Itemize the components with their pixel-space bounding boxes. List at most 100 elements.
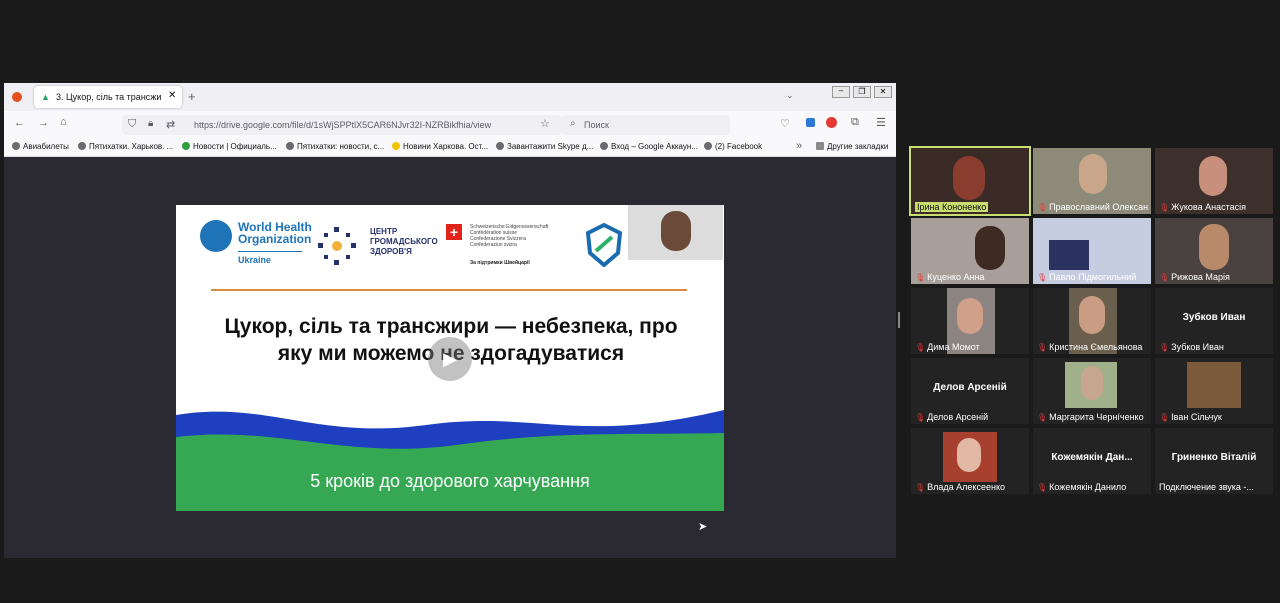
muted-mic-icon: 🎙︎ bbox=[1159, 273, 1170, 282]
home-icon[interactable]: ⌂ bbox=[60, 116, 67, 128]
bookmark-item[interactable]: Пятихатки. Харьков. ... bbox=[78, 142, 173, 151]
bookmark-item[interactable]: Вход – Google Аккаун... bbox=[600, 142, 698, 151]
participant-video bbox=[1199, 156, 1227, 196]
bookmark-item[interactable]: Пятихатки: новости, с... bbox=[286, 142, 384, 151]
mouse-cursor-icon: ➤ bbox=[698, 521, 708, 533]
close-window-button[interactable]: ✕ bbox=[874, 86, 892, 98]
participant-video bbox=[1187, 362, 1241, 408]
extension-icon[interactable] bbox=[806, 118, 815, 127]
muted-mic-icon: 🎙︎ bbox=[1037, 203, 1048, 212]
bookmark-item[interactable]: Завантажити Skype д... bbox=[496, 142, 593, 151]
cgz-logo-icon bbox=[318, 227, 356, 265]
muted-mic-icon: 🎙︎ bbox=[1159, 413, 1170, 422]
bookmark-item[interactable]: Новини Харкова. Ост... bbox=[392, 142, 488, 151]
muted-mic-icon: 🎙︎ bbox=[1037, 483, 1048, 492]
muted-mic-icon: 🎙︎ bbox=[1037, 413, 1048, 422]
participant-name: 🎙︎ Маргарита Чернíченко bbox=[1037, 412, 1144, 422]
participant-tile[interactable]: 🎙︎ Павло Підмогильний bbox=[1033, 218, 1151, 284]
menu-icon[interactable]: ☰ bbox=[876, 116, 886, 129]
tab-list-icon[interactable]: ⌄ bbox=[786, 90, 794, 101]
who-logo-icon bbox=[200, 220, 232, 252]
participant-tile[interactable]: 🎙︎ Кристина Ємельянова bbox=[1033, 288, 1151, 354]
participant-name: 🎙︎ Павло Підмогильний bbox=[1037, 272, 1137, 282]
muted-mic-icon: 🎙︎ bbox=[1037, 273, 1048, 282]
participant-tile[interactable]: 🎙︎ Куценко Анна bbox=[911, 218, 1029, 284]
who-divider bbox=[238, 251, 302, 252]
tab-title: 3. Цукор, сіль та трансжири - bbox=[56, 92, 161, 102]
browser-tab[interactable]: ▲ 3. Цукор, сіль та трансжири - ✕ bbox=[34, 86, 182, 108]
participant-name: 🎙︎ Кристина Ємельянова bbox=[1037, 342, 1143, 352]
bookmark-item[interactable]: (2) Facebook bbox=[704, 142, 762, 151]
participant-video bbox=[975, 226, 1005, 270]
participant-name: 🎙︎ Жукова Анастасія bbox=[1159, 202, 1246, 212]
participant-tile[interactable]: Зубков Иван 🎙︎ Зубков Иван bbox=[1155, 288, 1273, 354]
presentation-slide: World Health Organization Ukraine ЦЕНТР … bbox=[176, 205, 724, 511]
participant-tile[interactable]: 🎙︎ Рижова Марія bbox=[1155, 218, 1273, 284]
participant-name: 🎙︎ Куценко Анна bbox=[915, 272, 985, 282]
participant-tile[interactable]: 🎙︎ Маргарита Чернíченко bbox=[1033, 358, 1151, 424]
pocket-icon[interactable]: ♡ bbox=[780, 117, 790, 130]
participant-tile[interactable]: Гриненко Віталій Подключение звука -... bbox=[1155, 428, 1273, 494]
shield-icon[interactable]: ⛉ bbox=[128, 118, 136, 131]
slide-divider bbox=[211, 289, 687, 291]
new-tab-icon[interactable]: + bbox=[188, 89, 196, 104]
participant-name: 🎙︎ Іван Сільчук bbox=[1159, 412, 1222, 422]
search-icon: ⌕ bbox=[570, 118, 576, 129]
presenter-video bbox=[628, 205, 723, 260]
participant-tile[interactable]: Делов Арсеній 🎙︎ Делов Арсеній bbox=[911, 358, 1029, 424]
lock-icon[interactable]: 🔒︎ bbox=[148, 118, 153, 129]
presenter-photo bbox=[661, 211, 691, 251]
play-icon[interactable]: ▶ bbox=[428, 337, 472, 381]
participant-tile[interactable]: 🎙︎ Православний Олексан... bbox=[1033, 148, 1151, 214]
search-box[interactable]: ⌕ Поиск bbox=[562, 115, 730, 135]
swiss-flag-icon: + bbox=[446, 224, 462, 240]
minimize-button[interactable]: – bbox=[832, 86, 850, 98]
maximize-button[interactable]: ❐ bbox=[853, 86, 871, 98]
url-text[interactable]: https://drive.google.com/file/d/1sWjSPPt… bbox=[194, 120, 491, 130]
bookmarks-bar: Авиабилеты Пятихатки. Харьков. ... Новос… bbox=[4, 139, 896, 157]
participant-video bbox=[1199, 224, 1229, 270]
participant-name: 🎙︎ Православний Олексан... bbox=[1037, 202, 1149, 212]
nav-bar: ← → ⌂ ⛉ 🔒︎ ⇄ https://drive.google.com/fi… bbox=[4, 111, 896, 139]
tab-bar: ▲ 3. Цукор, сіль та трансжири - ✕ + ⌄ – … bbox=[4, 83, 896, 111]
participant-video bbox=[1079, 296, 1105, 334]
firefox-icon[interactable] bbox=[12, 92, 22, 102]
panel-resize-handle[interactable] bbox=[898, 312, 900, 328]
bookmark-star-icon[interactable]: ☆ bbox=[540, 117, 550, 130]
participant-video bbox=[1049, 240, 1089, 270]
back-icon[interactable]: ← bbox=[14, 117, 25, 129]
support-text: За підтримки Швейцарії bbox=[470, 260, 530, 266]
adblock-icon[interactable] bbox=[826, 117, 837, 128]
participant-name: 🎙︎ Рижова Марія bbox=[1159, 272, 1230, 282]
participant-video bbox=[1081, 366, 1103, 400]
participant-video bbox=[953, 156, 985, 200]
participant-name: Подключение звука -... bbox=[1159, 482, 1254, 492]
muted-mic-icon: 🎙︎ bbox=[915, 413, 926, 422]
participant-name: 🎙︎ Зубков Иван bbox=[1159, 342, 1224, 352]
other-bookmarks[interactable]: Другие закладки bbox=[816, 142, 888, 151]
participant-display-name: Кожемякін Дан... bbox=[1051, 452, 1133, 463]
participant-tile[interactable]: Ірина Кононенко bbox=[909, 146, 1031, 216]
extensions-icon[interactable]: ⧉ bbox=[851, 116, 859, 129]
more-bookmarks-icon[interactable]: » bbox=[796, 140, 802, 152]
participant-tile[interactable]: Кожемякін Дан... 🎙︎ Кожемякін Данило bbox=[1033, 428, 1151, 494]
participant-tile[interactable]: 🎙︎ Дима Момот bbox=[911, 288, 1029, 354]
bookmark-item[interactable]: Новости | Официаль... bbox=[182, 142, 277, 151]
who-name: World Health Organization bbox=[238, 220, 312, 246]
close-tab-icon[interactable]: ✕ bbox=[168, 90, 176, 101]
muted-mic-icon: 🎙︎ bbox=[915, 483, 926, 492]
wave-decoration bbox=[176, 410, 724, 511]
permissions-icon[interactable]: ⇄ bbox=[166, 118, 175, 131]
url-bar[interactable]: ⛉ 🔒︎ ⇄ https://drive.google.com/file/d/1… bbox=[122, 115, 562, 135]
participant-display-name: Делов Арсеній bbox=[933, 382, 1007, 393]
participant-tile[interactable]: 🎙︎ Влада Алексеенко bbox=[911, 428, 1029, 494]
participant-name: 🎙︎ Кожемякін Данило bbox=[1037, 482, 1127, 492]
forward-icon[interactable]: → bbox=[38, 117, 49, 129]
bookmark-item[interactable]: Авиабилеты bbox=[12, 142, 69, 151]
drive-icon: ▲ bbox=[41, 92, 50, 102]
participant-tile[interactable]: 🎙︎ Жукова Анастасія bbox=[1155, 148, 1273, 214]
swiss-confederation: Schweizerische Eidgenossenschaft Confédé… bbox=[470, 224, 549, 248]
cgz-name: ЦЕНТР ГРОМАДСЬКОГО ЗДОРОВ'Я bbox=[370, 227, 438, 256]
participant-tile[interactable]: 🎙︎ Іван Сільчук bbox=[1155, 358, 1273, 424]
participant-name: 🎙︎ Дима Момот bbox=[915, 342, 980, 352]
